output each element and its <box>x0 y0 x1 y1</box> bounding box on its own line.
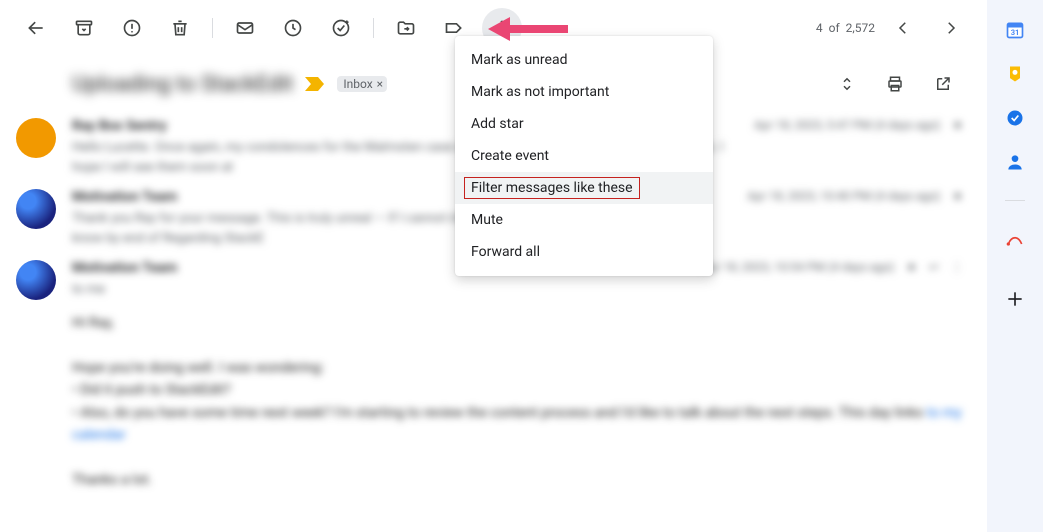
delete-button[interactable] <box>160 8 200 48</box>
email-subject: Uploading to StackEdit <box>72 72 293 97</box>
contacts-app-icon[interactable] <box>1005 152 1025 172</box>
inbox-label-remove[interactable]: × <box>377 77 383 91</box>
add-to-tasks-button[interactable] <box>321 8 361 48</box>
print-button[interactable] <box>875 64 915 104</box>
sidepanel-divider <box>1005 200 1025 201</box>
calendar-app-icon[interactable]: 31 <box>1005 20 1025 40</box>
keep-app-icon[interactable] <box>1005 64 1025 84</box>
archive-button[interactable] <box>64 8 104 48</box>
inbox-label-text: Inbox <box>343 77 372 91</box>
inbox-label-chip[interactable]: Inbox × <box>337 76 387 92</box>
older-button[interactable] <box>931 8 971 48</box>
avatar <box>16 189 56 229</box>
message-more-icon[interactable]: ⋮ <box>951 260 963 274</box>
main-content: 4 of 2,572 Mark as unread Mark as not im… <box>0 0 987 532</box>
avatar <box>16 118 56 158</box>
menu-mark-not-important[interactable]: Mark as not important <box>455 76 713 108</box>
star-icon[interactable]: ★ <box>952 189 963 203</box>
toolbar-separator <box>373 18 374 38</box>
tasks-app-icon[interactable] <box>1005 108 1025 128</box>
star-icon[interactable]: ★ <box>952 118 963 132</box>
message-body: Hi Ray, Hope you're doing well. I was wo… <box>72 312 963 491</box>
side-panel: 31 <box>987 0 1043 532</box>
expand-all-button[interactable] <box>827 64 867 104</box>
addon-icon[interactable] <box>1005 229 1025 249</box>
important-marker[interactable] <box>305 77 325 91</box>
menu-mark-unread[interactable]: Mark as unread <box>455 44 713 76</box>
message-date: Apr 18, 2023, 5:47 PM (4 days ago) <box>754 118 940 132</box>
get-addons-button[interactable] <box>1005 289 1025 309</box>
snooze-button[interactable] <box>273 8 313 48</box>
newer-button[interactable] <box>883 8 923 48</box>
message-date: Apr 18, 2023, 10:54 PM (4 days ago) <box>701 260 894 274</box>
menu-filter-like-these[interactable]: Filter messages like these <box>455 172 713 204</box>
avatar <box>16 260 56 300</box>
toolbar-separator <box>212 18 213 38</box>
mark-unread-button[interactable] <box>225 8 265 48</box>
menu-create-event[interactable]: Create event <box>455 140 713 172</box>
message-expanded: Motivation Team to me Apr 18, 2023, 10:5… <box>0 254 987 497</box>
reply-icon[interactable]: ↩ <box>929 260 939 274</box>
star-icon[interactable]: ★ <box>906 260 917 274</box>
pager-total: 2,572 <box>846 21 875 35</box>
pager-info: 4 of 2,572 <box>816 21 875 35</box>
pager-of: of <box>829 21 840 35</box>
menu-add-star[interactable]: Add star <box>455 108 713 140</box>
pager-current: 4 <box>816 21 823 35</box>
menu-mute[interactable]: Mute <box>455 204 713 236</box>
recipient-line: to me <box>72 280 685 300</box>
back-button[interactable] <box>16 8 56 48</box>
message-date: Apr 18, 2023, 10:40 PM (4 days ago) <box>747 189 940 203</box>
more-dropdown: Mark as unread Mark as not important Add… <box>455 36 713 276</box>
svg-text:31: 31 <box>1011 28 1020 37</box>
open-new-window-button[interactable] <box>923 64 963 104</box>
menu-forward-all[interactable]: Forward all <box>455 236 713 268</box>
report-spam-button[interactable] <box>112 8 152 48</box>
move-to-button[interactable] <box>386 8 426 48</box>
